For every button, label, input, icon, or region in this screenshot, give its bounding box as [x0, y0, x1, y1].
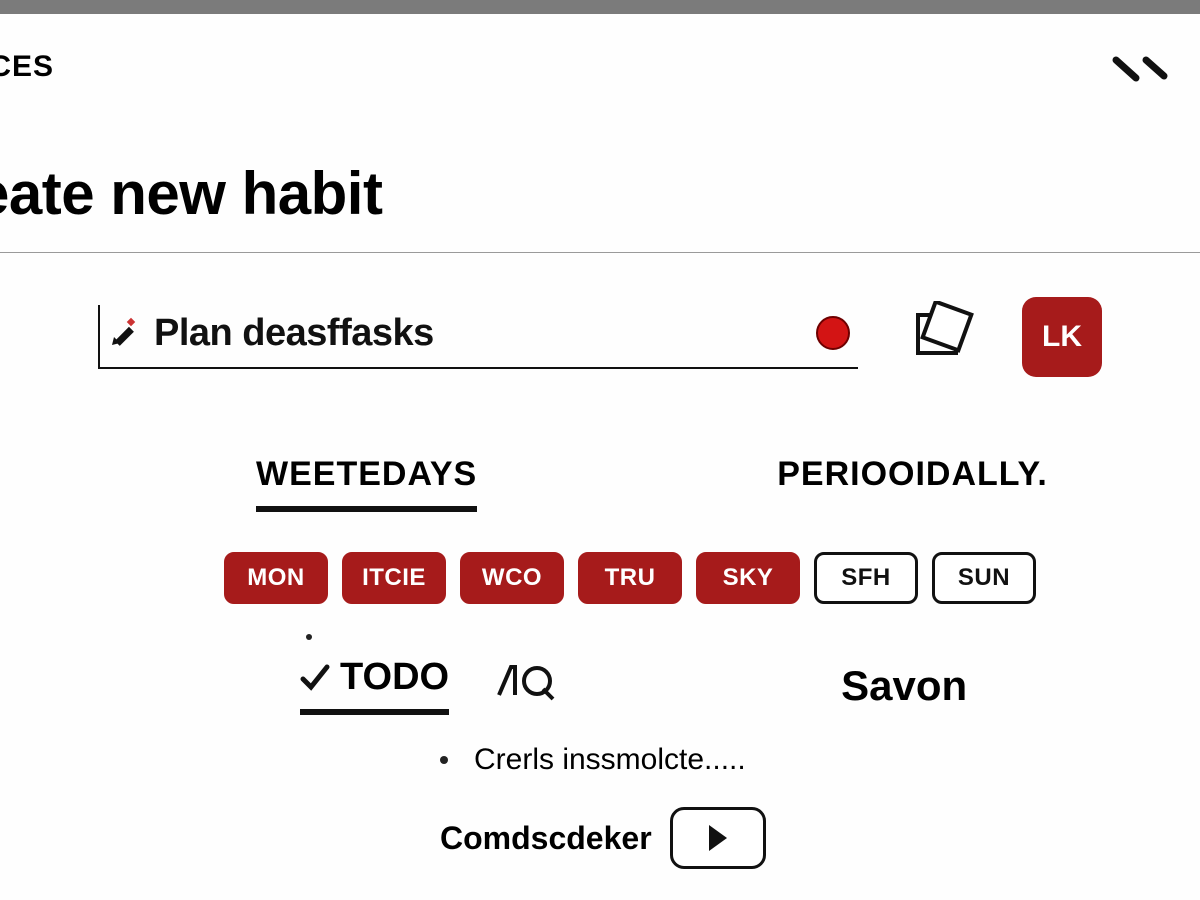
tab-weekdays[interactable]: WEETEDAYS [256, 455, 477, 512]
title-divider [0, 252, 1200, 253]
habit-name-field[interactable] [98, 305, 858, 369]
day-fri[interactable]: SKY [696, 552, 800, 604]
confirm-button-label: LK [1042, 320, 1082, 354]
day-mon[interactable]: MON [224, 552, 328, 604]
day-tue[interactable]: ITCIE [342, 552, 446, 604]
dot-icon [306, 634, 312, 640]
sub-options-row: TODO Savon [300, 656, 1200, 715]
page-title: eate new habit [0, 159, 1200, 228]
picker-next-button[interactable] [670, 807, 766, 869]
close-icon[interactable] [1112, 50, 1170, 99]
helper-text: Crerls inssmolcte..... [474, 743, 746, 777]
arrow-right-icon [705, 823, 731, 853]
check-icon [300, 663, 330, 693]
pencil-icon [110, 317, 140, 352]
save-button[interactable]: Savon [841, 662, 967, 710]
color-picker-button[interactable] [900, 297, 980, 377]
habit-name-input[interactable] [154, 312, 802, 355]
helper-text-row: Crerls inssmolcte..... [440, 743, 1200, 777]
tab-periodically[interactable]: PERIOOIDALLY. [777, 455, 1048, 512]
day-thu[interactable]: TRU [578, 552, 682, 604]
subopt-other[interactable] [493, 661, 557, 711]
day-sun[interactable]: SUN [932, 552, 1036, 604]
schedule-tabs: WEETEDAYS PERIOOIDALLY. [256, 455, 1200, 512]
picker-label: Comdscdeker [440, 820, 652, 857]
weekday-selector: MON ITCIE WCO TRU SKY SFH SUN [224, 552, 1200, 604]
day-wed[interactable]: WCO [460, 552, 564, 604]
picker-row: Comdscdeker [440, 807, 1200, 869]
header-row: ICES [0, 14, 1200, 99]
app-viewport: ICES eate new habit [0, 14, 1200, 900]
day-sat[interactable]: SFH [814, 552, 918, 604]
bullet-icon [440, 756, 448, 764]
subopt-todo[interactable]: TODO [300, 656, 449, 715]
confirm-button[interactable]: LK [1022, 297, 1102, 377]
color-indicator-dot[interactable] [816, 316, 850, 350]
nav-breadcrumb-fragment[interactable]: ICES [0, 50, 54, 84]
aq-icon [493, 661, 557, 701]
habit-input-row: LK [98, 297, 1200, 377]
window-chrome-bar [0, 0, 1200, 14]
subopt-todo-label: TODO [340, 656, 449, 699]
